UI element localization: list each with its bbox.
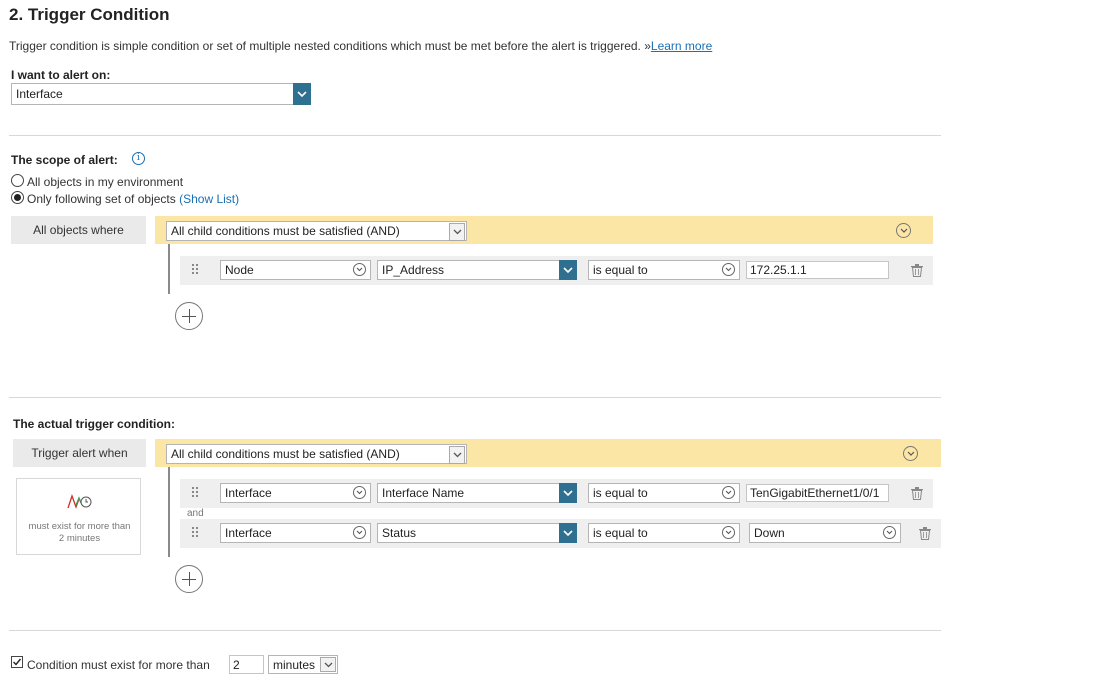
- trigger-field-value: Interface Name: [382, 486, 465, 500]
- tree-line: [168, 244, 170, 294]
- alert-on-select[interactable]: Interface: [11, 83, 311, 105]
- trigger-condition-row: Interface Interface Name is equal to Ten…: [180, 479, 933, 508]
- scope-label: The scope of alert:: [11, 153, 118, 167]
- duration-unit-value: minutes: [273, 658, 316, 672]
- trash-icon[interactable]: [911, 264, 923, 277]
- trigger-field-select[interactable]: Interface Name: [377, 483, 577, 503]
- trigger-field-value: Status: [382, 526, 417, 540]
- duration-amount-input[interactable]: 2: [229, 655, 264, 674]
- chevron-down-icon[interactable]: [353, 526, 366, 539]
- duration-label: Condition must exist for more than: [27, 658, 210, 672]
- scope-group-bar: All child conditions must be satisfied (…: [155, 216, 933, 244]
- radio-following-objects[interactable]: [11, 191, 24, 204]
- chevron-down-icon[interactable]: [559, 523, 577, 543]
- trigger-label: The actual trigger condition:: [13, 417, 176, 431]
- info-icon[interactable]: i: [132, 152, 145, 165]
- trash-icon[interactable]: [919, 527, 931, 540]
- chevron-down-icon[interactable]: [353, 486, 366, 499]
- trigger-operator-select[interactable]: is equal to: [588, 523, 740, 543]
- chevron-down-icon[interactable]: [320, 657, 336, 672]
- trigger-object-select[interactable]: Interface: [220, 523, 371, 543]
- chevron-down-icon[interactable]: [449, 223, 465, 241]
- learn-more-link[interactable]: Learn more: [651, 39, 712, 53]
- scope-group-operator-select[interactable]: All child conditions must be satisfied (…: [166, 221, 467, 241]
- trigger-value-select[interactable]: Down: [749, 523, 901, 543]
- time-condition-box[interactable]: must exist for more than 2 minutes: [16, 478, 141, 555]
- radio-all-objects[interactable]: [11, 174, 24, 187]
- chevron-down-icon[interactable]: [722, 526, 735, 539]
- trigger-operator-select[interactable]: is equal to: [588, 483, 740, 503]
- trigger-operator-value: is equal to: [593, 526, 648, 540]
- trigger-object-value: Interface: [225, 486, 272, 500]
- time-condition-text: must exist for more than 2 minutes: [28, 521, 131, 544]
- divider: [9, 397, 941, 398]
- chevron-down-icon[interactable]: [559, 483, 577, 503]
- scope-condition-row: Node IP_Address is equal to 172.25.1.1: [180, 256, 933, 285]
- chevron-down-icon[interactable]: [293, 83, 311, 105]
- trigger-group-operator-value: All child conditions must be satisfied (…: [171, 447, 400, 461]
- scope-group-operator-value: All child conditions must be satisfied (…: [171, 224, 400, 238]
- drag-handle-icon[interactable]: [192, 527, 200, 539]
- section-description: Trigger condition is simple condition or…: [9, 39, 712, 53]
- drag-handle-icon[interactable]: [192, 487, 200, 499]
- collapse-group-icon[interactable]: [896, 223, 911, 238]
- trigger-value-value: Down: [754, 526, 785, 540]
- trigger-operator-value: is equal to: [593, 486, 648, 500]
- trigger-group-operator-select[interactable]: All child conditions must be satisfied (…: [166, 444, 467, 464]
- collapse-group-icon[interactable]: [903, 446, 918, 461]
- drag-handle-icon[interactable]: [192, 264, 200, 276]
- chevron-down-icon[interactable]: [449, 446, 465, 464]
- radio-all-objects-label: All objects in my environment: [27, 175, 184, 189]
- chevron-down-icon[interactable]: [722, 263, 735, 276]
- scope-field-select[interactable]: IP_Address: [377, 260, 577, 280]
- chevron-down-icon[interactable]: [559, 260, 577, 280]
- trigger-object-select[interactable]: Interface: [220, 483, 371, 503]
- time-chart-icon: [67, 494, 92, 509]
- trigger-object-value: Interface: [225, 526, 272, 540]
- trigger-condition-row: Interface Status is equal to Down: [180, 519, 941, 548]
- scope-operator-select[interactable]: is equal to: [588, 260, 740, 280]
- section-title: 2. Trigger Condition: [9, 5, 170, 24]
- divider: [9, 135, 941, 136]
- alert-on-label: I want to alert on:: [11, 68, 111, 82]
- radio-following-objects-label: Only following set of objects (Show List…: [27, 192, 239, 206]
- and-joiner: and: [187, 508, 204, 519]
- description-text: Trigger condition is simple condition or…: [9, 39, 651, 53]
- chevron-down-icon[interactable]: [722, 486, 735, 499]
- scope-operator-value: is equal to: [593, 263, 648, 277]
- add-trigger-condition-button[interactable]: [175, 565, 203, 593]
- trigger-group-bar: All child conditions must be satisfied (…: [155, 439, 941, 467]
- following-objects-text: Only following set of objects: [27, 192, 176, 206]
- chevron-down-icon[interactable]: [883, 526, 896, 539]
- tree-line: [168, 467, 170, 557]
- alert-on-value: Interface: [16, 87, 63, 101]
- scope-object-value: Node: [225, 263, 254, 277]
- duration-checkbox[interactable]: [11, 656, 23, 668]
- scope-field-value: IP_Address: [382, 263, 445, 277]
- trigger-field-select[interactable]: Status: [377, 523, 577, 543]
- trigger-group-label: Trigger alert when: [13, 439, 146, 467]
- scope-group-label: All objects where: [11, 216, 146, 244]
- trash-icon[interactable]: [911, 487, 923, 500]
- scope-object-select[interactable]: Node: [220, 260, 371, 280]
- divider: [9, 630, 941, 631]
- add-scope-condition-button[interactable]: [175, 302, 203, 330]
- scope-value-input[interactable]: 172.25.1.1: [746, 261, 889, 279]
- duration-unit-select[interactable]: minutes: [268, 655, 338, 674]
- trigger-value-input[interactable]: TenGigabitEthernet1/0/1: [746, 484, 889, 502]
- chevron-down-icon[interactable]: [353, 263, 366, 276]
- show-list-link[interactable]: (Show List): [179, 192, 239, 206]
